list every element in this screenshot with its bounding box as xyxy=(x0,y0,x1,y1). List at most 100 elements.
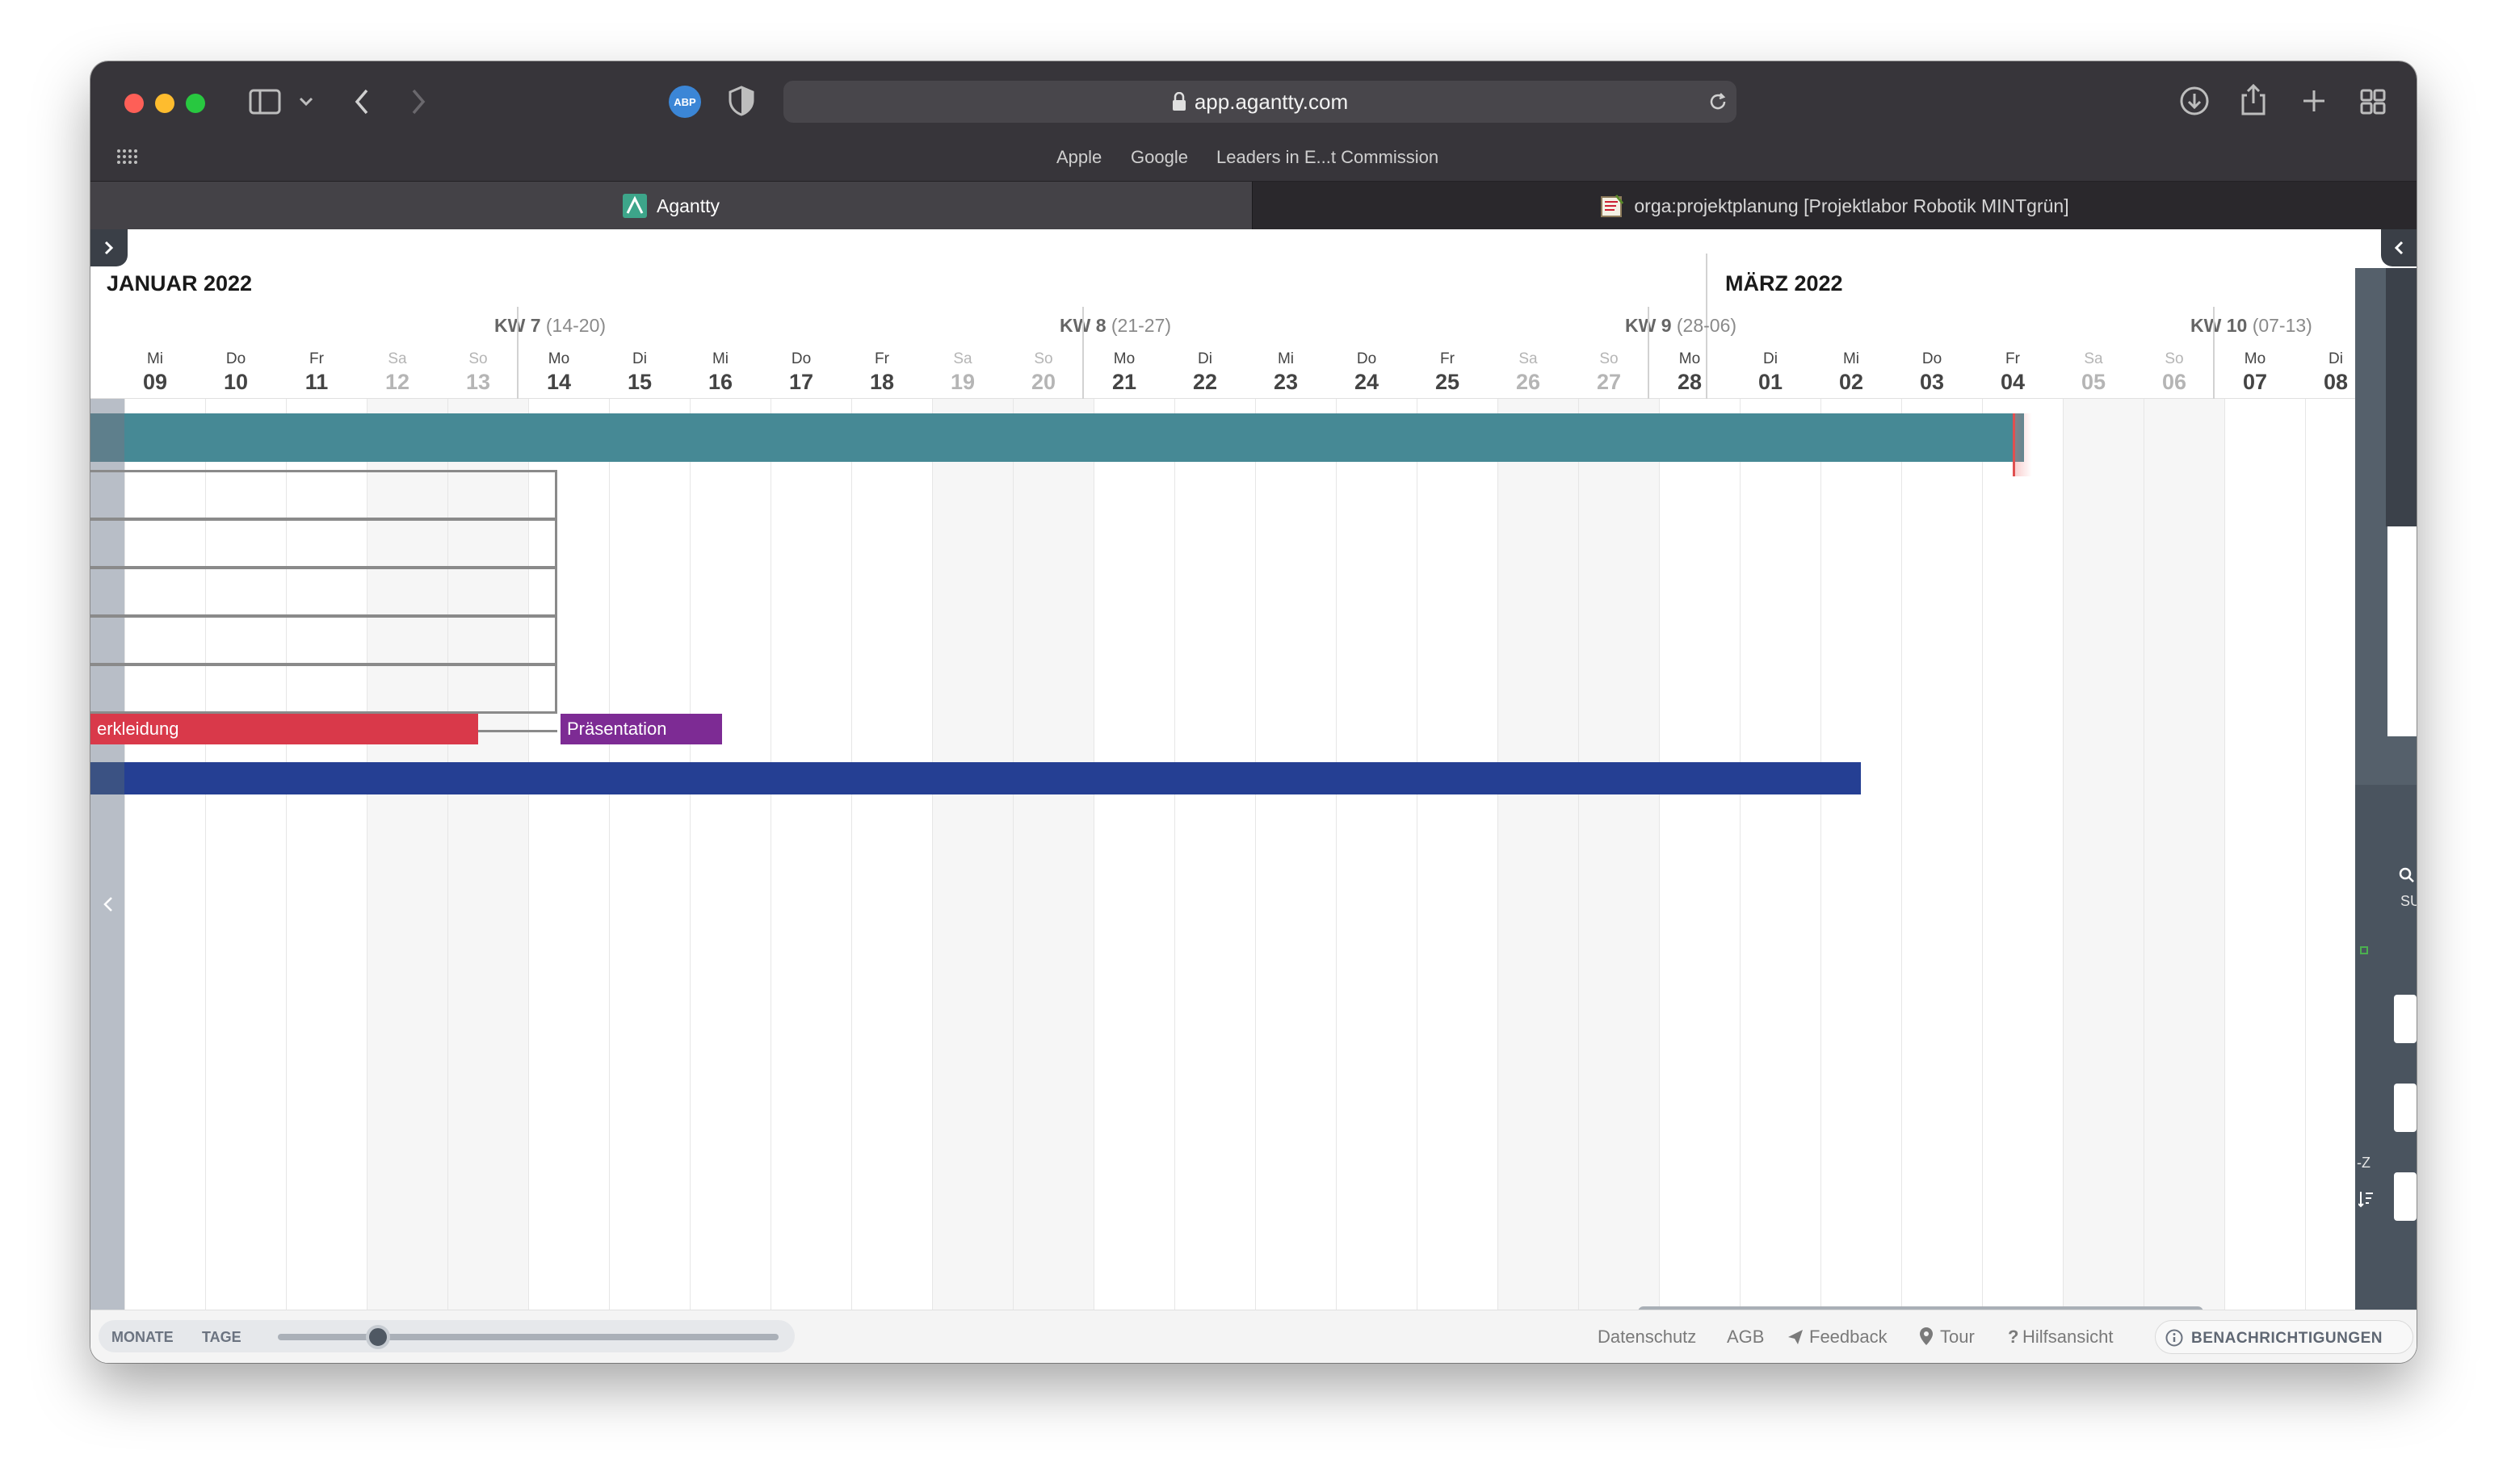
day-header: Sa 26 xyxy=(1488,350,1568,395)
project-bar-blue[interactable] xyxy=(124,762,1861,794)
task-row[interactable] xyxy=(90,518,557,568)
tab-orga[interactable]: orga:projektplanung [Projektlabor Roboti… xyxy=(1252,182,2417,230)
day-number: 02 xyxy=(1838,370,1864,394)
tab-bar: Agantty orga:projektplanung [Projektlabo… xyxy=(90,181,2417,230)
weekday-label: Sa xyxy=(2084,350,2103,367)
downloads-icon[interactable] xyxy=(2179,86,2210,116)
day-number: 26 xyxy=(1515,370,1541,394)
notifications-button[interactable]: BENACHRICHTIGUNGEN xyxy=(2155,1320,2413,1354)
new-tab-icon[interactable] xyxy=(2302,89,2326,113)
day-number: 24 xyxy=(1354,370,1379,394)
minimize-window-button[interactable] xyxy=(155,94,174,113)
sidebar-toggle-icon[interactable] xyxy=(249,89,281,115)
day-number: 20 xyxy=(1031,370,1056,394)
feedback-link[interactable]: Feedback xyxy=(1809,1327,1888,1348)
task-bar-praesentation[interactable]: Präsentation xyxy=(561,714,722,744)
task-bar-verkleidung[interactable]: erkleidung xyxy=(90,714,478,744)
day-header: Do 24 xyxy=(1326,350,1407,395)
address-bar[interactable]: app.agantty.com xyxy=(783,81,1736,123)
forward-icon[interactable] xyxy=(410,89,426,115)
chevron-down-icon[interactable] xyxy=(299,97,313,107)
weekday-label: Di xyxy=(1198,350,1212,367)
filter-checkbox-icon[interactable] xyxy=(2360,946,2368,954)
day-header: Mo 07 xyxy=(2215,350,2295,395)
back-icon[interactable] xyxy=(354,89,370,115)
filter-card[interactable] xyxy=(2394,1172,2417,1221)
notifications-label: BENACHRICHTIGUNGEN xyxy=(2191,1330,2383,1347)
project-bar-teal[interactable] xyxy=(124,413,2024,462)
day-header: Sa 19 xyxy=(922,350,1003,395)
datenschutz-link[interactable]: Datenschutz xyxy=(1598,1327,1696,1348)
zoom-slider-thumb[interactable] xyxy=(366,1325,390,1349)
day-number: 12 xyxy=(384,370,410,394)
day-header: Fr 18 xyxy=(842,350,922,395)
paper-plane-icon xyxy=(1788,1330,1803,1344)
day-number: 03 xyxy=(1919,370,1945,394)
agb-link[interactable]: AGB xyxy=(1727,1327,1764,1348)
zoom-days-button[interactable]: TAGE xyxy=(202,1329,241,1346)
day-header: Mi 23 xyxy=(1245,350,1326,395)
sort-icon[interactable] xyxy=(2358,1190,2375,1208)
hilfsansicht-link[interactable]: Hilfsansicht xyxy=(2022,1327,2113,1348)
agantty-app: JANUAR 2022 MÄRZ 2022 KW 7 (14-20) KW 8 … xyxy=(90,229,2417,1363)
day-number: 25 xyxy=(1434,370,1460,394)
tab-overview-icon[interactable] xyxy=(2360,89,2386,115)
day-header: Sa 05 xyxy=(2053,350,2134,395)
day-number: 05 xyxy=(2081,370,2106,394)
bookmark-leaders[interactable]: Leaders in E...t Commission xyxy=(1216,147,1438,168)
weekday-label: Sa xyxy=(1518,350,1538,367)
sort-az-label[interactable]: -Z xyxy=(2357,1155,2371,1172)
browser-window: ABP app.agantty.com Apple Google Leaders… xyxy=(90,61,2417,1363)
weekday-label: Sa xyxy=(953,350,972,367)
day-number: 07 xyxy=(2242,370,2268,394)
adblock-icon[interactable]: ABP xyxy=(669,86,701,118)
day-header: Do 10 xyxy=(195,350,276,395)
month-label-march: MÄRZ 2022 xyxy=(1725,271,1843,296)
zoom-slider-track[interactable] xyxy=(278,1334,779,1340)
weekday-label: Do xyxy=(791,350,812,367)
zoom-months-button[interactable]: MONATE xyxy=(111,1329,174,1346)
zoom-window-button[interactable] xyxy=(186,94,205,113)
weekday-label: Do xyxy=(1921,350,1942,367)
day-number: 14 xyxy=(546,370,572,394)
day-header: Mi 16 xyxy=(680,350,761,395)
day-number: 13 xyxy=(465,370,491,394)
day-number: 10 xyxy=(223,370,249,394)
project-bar-blue-start xyxy=(90,762,124,794)
day-column xyxy=(2144,399,2224,1310)
bookmark-apple[interactable]: Apple xyxy=(1056,147,1102,168)
close-window-button[interactable] xyxy=(124,94,144,113)
weekday-label: Mo xyxy=(2244,350,2266,367)
tour-link[interactable]: Tour xyxy=(1940,1327,1975,1348)
day-header: Do 17 xyxy=(761,350,842,395)
filter-card[interactable] xyxy=(2394,995,2417,1043)
url-text: app.agantty.com xyxy=(1194,89,1349,114)
chevron-left-icon[interactable] xyxy=(103,896,113,912)
search-label: SU xyxy=(2400,893,2417,909)
tab-agantty[interactable]: Agantty xyxy=(90,182,1252,230)
apps-grid-icon[interactable] xyxy=(116,149,137,165)
task-row[interactable] xyxy=(90,567,557,617)
day-column xyxy=(1820,399,1901,1310)
day-number: 22 xyxy=(1192,370,1218,394)
day-header: Di 22 xyxy=(1165,350,1245,395)
bookmark-google[interactable]: Google xyxy=(1131,147,1188,168)
day-column xyxy=(1659,399,1740,1310)
collapse-right-panel-button[interactable] xyxy=(2381,229,2417,266)
privacy-shield-icon[interactable] xyxy=(729,86,754,116)
filter-card[interactable] xyxy=(2394,1084,2417,1132)
day-header: So 27 xyxy=(1568,350,1649,395)
map-pin-icon xyxy=(1920,1327,1933,1345)
share-icon[interactable] xyxy=(2240,84,2266,116)
reload-icon[interactable] xyxy=(1707,91,1728,112)
search-icon[interactable] xyxy=(2399,867,2415,883)
day-header: Do 03 xyxy=(1892,350,1972,395)
day-column xyxy=(1578,399,1659,1310)
right-side-panel: SU -Z xyxy=(2355,268,2417,1310)
day-header: Di 15 xyxy=(599,350,680,395)
day-number: 28 xyxy=(1677,370,1703,394)
day-column xyxy=(851,399,932,1310)
task-row[interactable] xyxy=(90,470,557,520)
task-row[interactable] xyxy=(90,664,557,714)
task-row[interactable] xyxy=(90,615,557,665)
